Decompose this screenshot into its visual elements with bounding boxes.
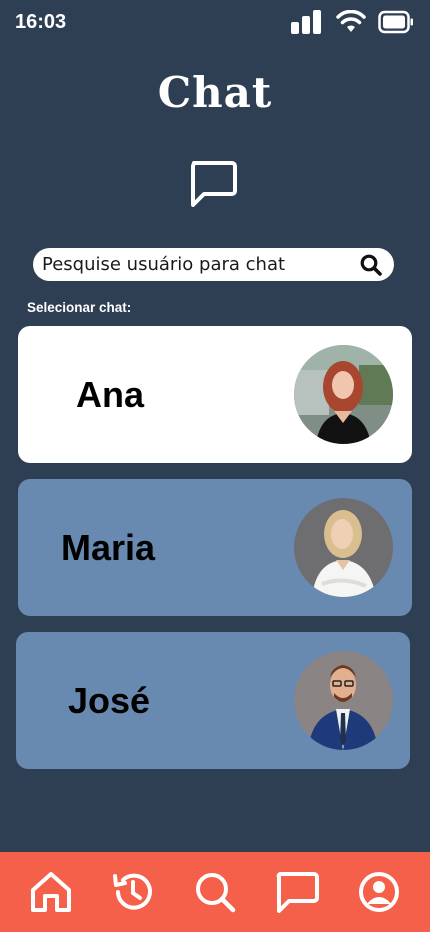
chat-card-jose[interactable]: José [16, 632, 410, 769]
chat-icon[interactable] [275, 870, 319, 914]
history-icon[interactable] [111, 870, 155, 914]
status-time: 16:03 [15, 11, 67, 33]
chat-card-name: Ana [76, 373, 145, 415]
chat-card-ana[interactable]: Ana [18, 326, 412, 463]
chat-bubble-icon [191, 161, 237, 207]
search-icon[interactable] [360, 254, 382, 276]
avatar-jose [294, 651, 393, 750]
avatar-maria [294, 498, 393, 597]
profile-icon[interactable] [357, 870, 401, 914]
signal-icon [291, 10, 321, 34]
chat-card-maria[interactable]: Maria [18, 479, 412, 616]
search-bar[interactable] [33, 248, 394, 281]
status-icons [290, 10, 414, 34]
bottom-nav [0, 852, 430, 932]
nav-search[interactable] [192, 869, 238, 915]
wifi-icon [336, 10, 366, 32]
status-bar: 16:03 [0, 0, 430, 46]
search-input[interactable] [42, 254, 360, 275]
nav-chat[interactable] [274, 869, 320, 915]
chat-card-name: José [68, 679, 151, 721]
home-icon[interactable] [29, 870, 73, 914]
battery-icon [378, 10, 413, 34]
nav-profile[interactable] [356, 869, 402, 915]
chat-card-name: Maria [61, 526, 156, 568]
search-icon[interactable] [193, 870, 237, 914]
page-title: Chat [157, 68, 273, 117]
avatar-ana [294, 345, 393, 444]
nav-home[interactable] [28, 869, 74, 915]
select-chat-label: Selecionar chat: [27, 300, 132, 315]
nav-history[interactable] [110, 869, 156, 915]
